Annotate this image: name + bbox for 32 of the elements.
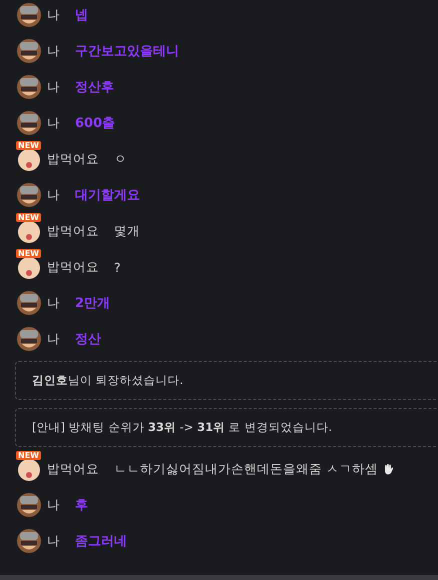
nickname: 밥먹어요 [47,460,99,478]
message-text: ㅇ [114,150,127,168]
message-text: 후 [75,497,88,514]
nickname: 밥먹어요 [47,150,99,168]
notice-message: 김인호님이 퇴장하셨습니다. [15,361,438,400]
nickname: 나 [47,114,60,132]
message-text: 대기할게요 [75,187,140,204]
message-text: 몇개 [114,222,140,240]
nickname: 밥먹어요 [47,258,99,276]
new-badge: NEW [16,141,41,150]
notice-message: [안내] 방채팅 순위가 33위 -> 31위 로 변경되었습니다. [15,408,438,447]
new-badge: NEW [16,451,41,460]
nickname: 나 [47,42,60,60]
nickname: 나 [47,6,60,24]
nickname: 나 [47,294,60,312]
nickname: 밥먹어요 [47,222,99,240]
new-badge: NEW [16,249,41,258]
nickname: 나 [47,186,60,204]
nickname: 나 [47,496,60,514]
message-text: 600출 [75,115,116,132]
message-text: 2만개 [75,295,110,312]
message-text: ㄴㄴ하기싫어짐내가손핸데돈을왜줌 ㅅㄱ하셈 [114,460,378,478]
nickname: 나 [47,532,60,550]
message-text: 넵 [75,7,88,24]
message-text: 좀그러네 [75,533,127,550]
message-text: 정산후 [75,79,114,96]
message-text: 구간보고있을테니 [75,43,179,60]
nickname: 나 [47,78,60,96]
message-text: 정산 [75,331,101,348]
message-text: ? [114,260,121,274]
nickname: 나 [47,330,60,348]
new-badge: NEW [16,213,41,222]
